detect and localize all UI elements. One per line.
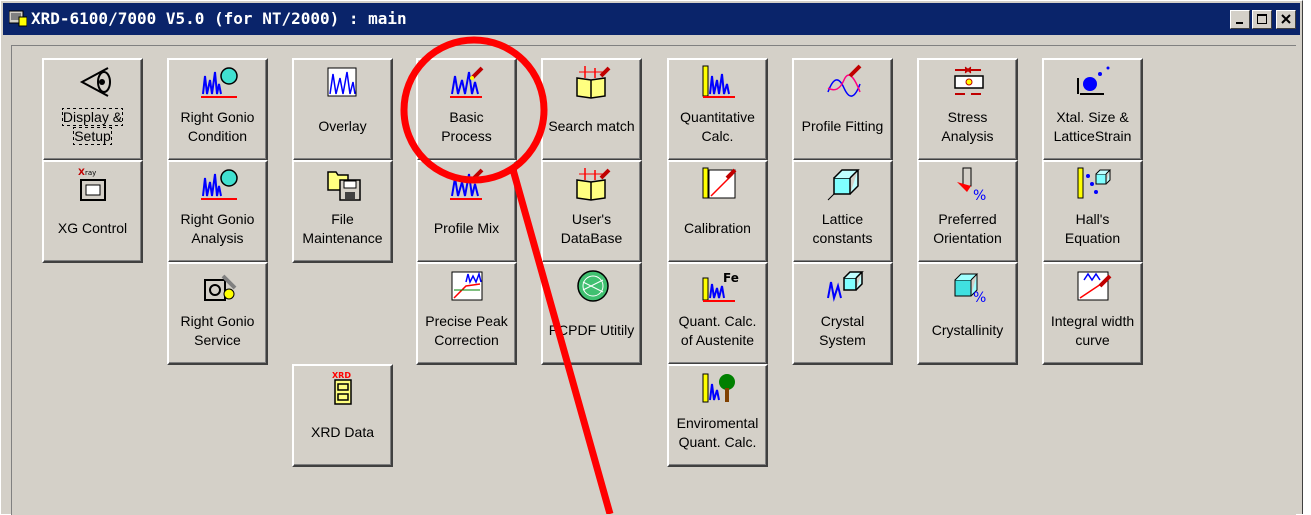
search-match-icon <box>576 66 611 99</box>
tile-label: Crystallinity <box>931 322 1004 338</box>
app-window: XRD-6100/7000 V5.0 (for NT/2000) : main … <box>0 0 1303 515</box>
xray-generator-icon: X ray <box>78 168 106 201</box>
stress-analysis-button[interactable]: Stress Analysis <box>917 58 1018 161</box>
tile-label: Enviromental Quant. Calc. <box>676 415 759 450</box>
svg-text:Fe: Fe <box>723 271 739 285</box>
gonio-service-icon <box>204 274 237 301</box>
window-title: XRD-6100/7000 V5.0 (for NT/2000) : main <box>31 9 407 28</box>
tile-label: File Maintenance <box>302 211 383 246</box>
svg-text:X: X <box>78 168 85 178</box>
precise-peak-correction-button[interactable]: Precise Peak Correction <box>416 262 517 365</box>
file-maintenance-button[interactable]: File Maintenance <box>292 160 393 263</box>
xg-control-button[interactable]: X ray XG Control <box>42 160 143 263</box>
profile-mix-button[interactable]: Profile Mix <box>416 160 517 263</box>
environmental-quant-calc-button[interactable]: Enviromental Quant. Calc. <box>667 364 768 467</box>
tile-label: XG Control <box>57 220 128 236</box>
environmental-icon <box>702 373 735 403</box>
tile-label: Quant. Calc. of Austenite <box>678 313 757 348</box>
tile-label: Right Gonio Analysis <box>180 211 255 246</box>
maximize-icon <box>1257 14 1267 24</box>
tile-label: Crystal System <box>819 313 866 348</box>
calibration-icon <box>702 167 737 199</box>
tool-panel: Display & Setup X ray XG Control Right G… <box>11 45 1296 515</box>
file-maintenance-icon <box>327 171 361 201</box>
minimize-button[interactable] <box>1230 10 1250 29</box>
xrd-data-icon: XRD <box>332 371 352 405</box>
tile-label: Lattice constants <box>812 211 873 246</box>
tile-label: Right Gonio Service <box>180 313 255 348</box>
quant-calc-austenite-button[interactable]: Fe Quant. Calc. of Austenite <box>667 262 768 365</box>
tile-label: Calibration <box>684 220 751 236</box>
right-gonio-analysis-button[interactable]: Right Gonio Analysis <box>167 160 268 263</box>
search-match-button[interactable]: Search match <box>541 58 642 161</box>
tile-label: Right Gonio Condition <box>180 109 255 144</box>
pcpdf-utility-button[interactable]: PCPDF Utitily <box>541 262 642 365</box>
tile-label: Stress Analysis <box>941 109 994 144</box>
lattice-constants-button[interactable]: Lattice constants <box>792 160 893 263</box>
tile-label: Search match <box>548 118 635 134</box>
stress-analysis-icon <box>954 66 984 95</box>
svg-text:XRD: XRD <box>332 371 351 380</box>
profile-fitting-button[interactable]: Profile Fitting <box>792 58 893 161</box>
svg-text:%: % <box>973 188 986 202</box>
crystal-system-button[interactable]: Crystal System <box>792 262 893 365</box>
tile-label: Basic Process <box>441 109 492 144</box>
integral-width-icon <box>1077 271 1112 301</box>
calibration-button[interactable]: Calibration <box>667 160 768 263</box>
xtal-size-lattice-strain-button[interactable]: Xtal. Size & LatticeStrain <box>1042 58 1143 161</box>
basic-process-button[interactable]: Basic Process <box>416 58 517 161</box>
minimize-icon <box>1236 22 1243 24</box>
tile-label: Xtal. Size & LatticeStrain <box>1053 109 1132 144</box>
gonio-condition-icon <box>201 67 238 98</box>
pcpdf-utility-icon <box>577 270 609 302</box>
gonio-analysis-icon <box>201 169 238 200</box>
crystallinity-button[interactable]: % Crystallinity <box>917 262 1018 365</box>
right-gonio-service-button[interactable]: Right Gonio Service <box>167 262 268 365</box>
crystallinity-icon: % <box>954 273 986 304</box>
tile-label: PCPDF Utitily <box>548 322 635 338</box>
maximize-button[interactable] <box>1252 10 1272 29</box>
preferred-orientation-icon: % <box>957 167 986 202</box>
quantitative-calc-button[interactable]: Quantitative Calc. <box>667 58 768 161</box>
halls-equation-icon <box>1077 167 1112 199</box>
right-gonio-condition-button[interactable]: Right Gonio Condition <box>167 58 268 161</box>
profile-mix-icon <box>450 168 484 200</box>
users-database-button[interactable]: User's DataBase <box>541 160 642 263</box>
display-setup-button[interactable]: Display & Setup <box>42 58 143 161</box>
close-icon <box>1281 14 1291 24</box>
tile-label: Hall's Equation <box>1064 211 1121 246</box>
integral-width-curve-button[interactable]: Integral width curve <box>1042 262 1143 365</box>
svg-text:ray: ray <box>85 169 96 177</box>
title-bar[interactable]: XRD-6100/7000 V5.0 (for NT/2000) : main <box>3 3 1300 35</box>
xtal-size-icon <box>1077 66 1110 95</box>
tile-label: Precise Peak Correction <box>425 313 508 348</box>
tile-label: Quantitative Calc. <box>680 109 755 144</box>
svg-text:%: % <box>973 290 986 304</box>
crystal-system-icon <box>827 271 864 302</box>
profile-fitting-icon <box>827 64 862 97</box>
overlay-icon <box>327 67 357 97</box>
close-button[interactable] <box>1276 10 1296 29</box>
tile-label: Integral width curve <box>1050 313 1135 348</box>
preferred-orientation-button[interactable]: % Preferred Orientation <box>917 160 1018 263</box>
tile-label: XRD Data <box>310 424 375 440</box>
tile-label: Preferred Orientation <box>933 211 1002 246</box>
tile-label: Profile Mix <box>433 220 500 236</box>
eye-icon <box>79 67 111 97</box>
tile-label: User's DataBase <box>560 211 623 246</box>
user-database-icon <box>576 168 611 201</box>
tile-label: Overlay <box>318 118 367 134</box>
quantitative-calc-icon <box>702 65 735 98</box>
overlay-button[interactable]: Overlay <box>292 58 393 161</box>
halls-equation-button[interactable]: Hall's Equation <box>1042 160 1143 263</box>
app-icon[interactable] <box>9 10 27 27</box>
tile-label: Display & Setup <box>61 108 124 145</box>
basic-process-icon <box>450 66 484 98</box>
austenite-icon: Fe <box>702 271 739 302</box>
xrd-data-button[interactable]: XRD XRD Data <box>292 364 393 467</box>
tile-label: Profile Fitting <box>801 118 884 134</box>
lattice-constants-icon <box>827 169 860 201</box>
precise-peak-icon <box>451 271 483 301</box>
